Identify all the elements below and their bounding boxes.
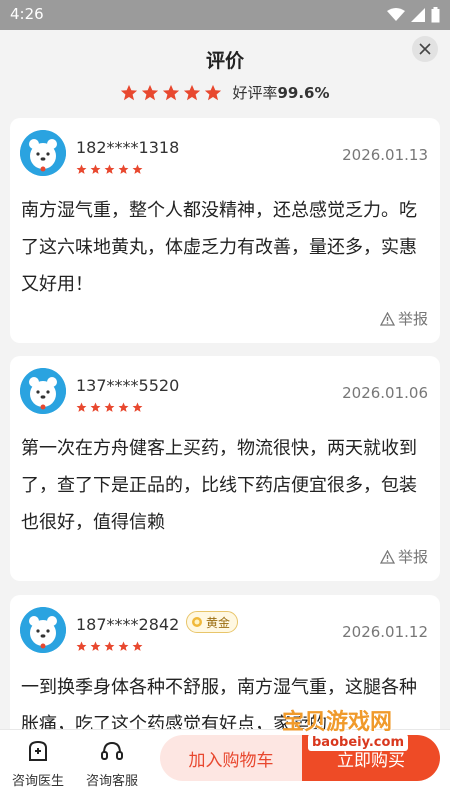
star-icon [132, 402, 143, 412]
bottom-action-bar: 咨询医生 咨询客服 加入购物车 立即购买 [0, 729, 450, 801]
review-date: 2026.01.12 [342, 623, 428, 641]
review-text: 第一次在方舟健客上买药，物流很快，两天就收到了，查了下是正品的，比线下药店便宜很… [21, 438, 417, 533]
review-card: 137****5520 2026.01.06 第一次在方舟健客上买药，物流很快，… [10, 356, 440, 581]
star-icon [90, 164, 101, 174]
warning-icon [379, 311, 395, 326]
consult-doctor-label: 咨询医生 [11, 774, 64, 789]
star-icon [118, 641, 129, 651]
member-badge: 黄金 [186, 611, 239, 633]
consult-service-label: 咨询客服 [85, 774, 138, 789]
star-icon [76, 402, 87, 412]
rating-summary: 好评率99.6% [0, 82, 450, 103]
status-time: 4:26 [10, 5, 44, 23]
report-label: 举报 [397, 310, 428, 328]
close-button[interactable] [412, 36, 438, 62]
avatar-icon [20, 130, 66, 176]
avatar [20, 607, 66, 653]
avatar-icon [20, 368, 66, 414]
page-title: 评价 [205, 50, 244, 72]
star-icon [163, 84, 180, 100]
star-icon [142, 84, 159, 100]
star-icon [121, 84, 138, 100]
star-icon [132, 164, 143, 174]
rating-label: 好评率99.6% [232, 82, 329, 103]
headset-icon [101, 741, 123, 760]
star-icon [104, 164, 115, 174]
medal-icon [192, 617, 202, 627]
badge-label: 黄金 [206, 615, 231, 630]
review-stars [76, 641, 143, 652]
review-date: 2026.01.06 [342, 384, 428, 402]
sheet-header: 评价 好评率99.6% [0, 30, 450, 118]
review-username: 182****1318 [76, 138, 180, 157]
star-icon [90, 402, 101, 412]
review-card: 182****1318 2026.01.13 南方湿气重，整个人都没精神，还总感… [10, 118, 440, 343]
rating-value: 99.6% [277, 84, 330, 102]
star-icon [76, 164, 87, 174]
consult-service-button[interactable]: 咨询客服 [76, 740, 148, 789]
buy-now-button[interactable]: 立即购买 [302, 735, 440, 781]
star-icon [104, 402, 115, 412]
wifi-icon [387, 8, 405, 21]
status-icons [387, 7, 440, 23]
star-icon [184, 84, 201, 100]
review-stars [76, 164, 143, 175]
status-bar: 4:26 [0, 0, 450, 30]
consult-doctor-button[interactable]: 咨询医生 [2, 740, 74, 789]
review-username: 137****5520 [76, 376, 180, 395]
avatar [20, 368, 66, 414]
star-icon [104, 641, 115, 651]
rating-label-text: 好评率 [232, 84, 278, 102]
close-icon [419, 43, 431, 55]
battery-icon [431, 7, 440, 23]
report-label: 举报 [397, 548, 428, 566]
doctor-icon [29, 740, 47, 761]
warning-icon [379, 549, 395, 564]
signal-icon [411, 8, 425, 22]
reviews-sheet: 评价 好评率99.6% 182****1318 2026.01.13 南方湿气重… [0, 30, 450, 800]
review-stars [76, 402, 143, 413]
star-icon [118, 402, 129, 412]
star-icon [205, 84, 222, 100]
add-to-cart-button[interactable]: 加入购物车 [160, 735, 302, 781]
star-icon [76, 641, 87, 651]
report-button[interactable]: 举报 [379, 308, 428, 329]
review-date: 2026.01.13 [342, 146, 428, 164]
star-icon [132, 641, 143, 651]
star-icon [90, 641, 101, 651]
avatar-icon [20, 607, 66, 653]
star-icon [118, 164, 129, 174]
avatar [20, 130, 66, 176]
rating-stars [120, 84, 222, 102]
review-username: 187****2842 [76, 615, 180, 634]
review-text: 南方湿气重，整个人都没精神，还总感觉乏力。吃了这六味地黄丸，体虚乏力有改善，量还… [21, 200, 417, 295]
report-button[interactable]: 举报 [379, 546, 428, 567]
